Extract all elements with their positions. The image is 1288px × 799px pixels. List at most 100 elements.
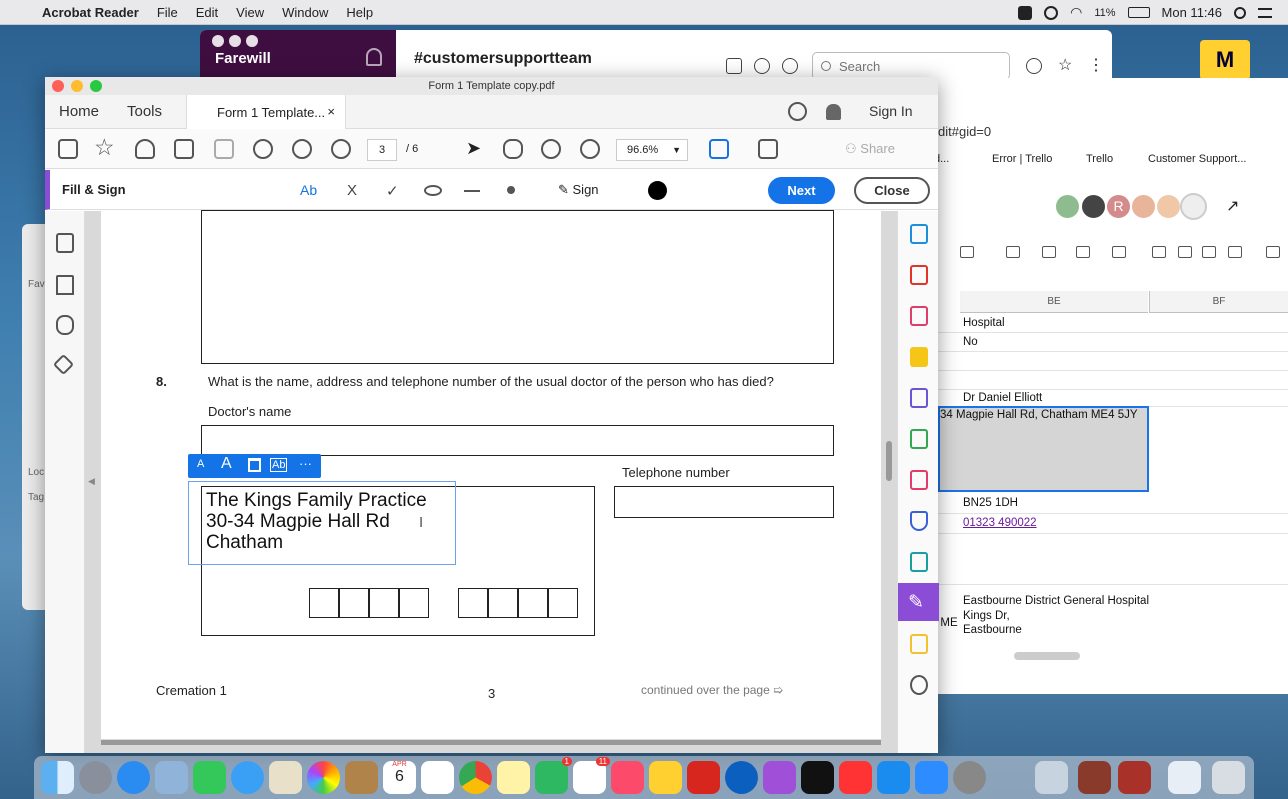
add-text-tool[interactable]: Ab bbox=[300, 182, 317, 198]
music-icon[interactable] bbox=[611, 761, 644, 794]
tab-home[interactable]: Home bbox=[59, 103, 99, 120]
zoom-out-icon[interactable] bbox=[541, 139, 561, 159]
address-bar-url[interactable]: dit#gid=0 bbox=[938, 124, 991, 139]
photo-booth-icon[interactable] bbox=[1078, 761, 1111, 794]
functions-icon[interactable] bbox=[1266, 246, 1280, 258]
acrobat-icon[interactable] bbox=[687, 761, 720, 794]
column-header-bf[interactable]: BF bbox=[1149, 291, 1288, 313]
system-preferences-icon[interactable] bbox=[953, 761, 986, 794]
page-fit-icon[interactable] bbox=[709, 139, 729, 159]
star-icon[interactable]: ☆ bbox=[94, 134, 115, 161]
next-button[interactable]: Next bbox=[768, 177, 835, 204]
trash-icon[interactable] bbox=[248, 458, 261, 472]
menu-window[interactable]: Window bbox=[273, 5, 337, 20]
close-button[interactable]: Close bbox=[854, 177, 930, 204]
horizontal-scrollbar[interactable] bbox=[101, 740, 881, 745]
wifi-icon[interactable]: ◠ bbox=[1070, 4, 1082, 21]
star-icon[interactable]: ☆ bbox=[1058, 55, 1072, 75]
screenshot-thumbnail-icon[interactable] bbox=[1035, 761, 1068, 794]
request-signature-icon[interactable] bbox=[910, 634, 928, 654]
zoom-in-icon[interactable] bbox=[580, 139, 600, 159]
window-zoom-dot[interactable] bbox=[246, 35, 258, 47]
messages-icon[interactable] bbox=[231, 761, 264, 794]
mentions-icon[interactable] bbox=[1026, 58, 1042, 74]
miro-icon[interactable] bbox=[649, 761, 682, 794]
more-icon[interactable]: ⋮ bbox=[1088, 55, 1104, 75]
increase-font-size-button[interactable]: A bbox=[221, 455, 232, 473]
avatar-letter[interactable]: R bbox=[1105, 193, 1132, 220]
menu-file[interactable]: File bbox=[148, 5, 187, 20]
previous-page-icon[interactable] bbox=[292, 139, 312, 159]
avatar[interactable] bbox=[1155, 193, 1182, 220]
status-app-icon[interactable] bbox=[1018, 5, 1033, 20]
next-page-icon[interactable] bbox=[331, 139, 351, 159]
checkmark-tool[interactable]: ✓ bbox=[386, 182, 399, 200]
chart-icon[interactable] bbox=[1202, 246, 1216, 258]
safari-icon[interactable] bbox=[117, 761, 150, 794]
export-pdf-icon[interactable] bbox=[910, 265, 928, 285]
sign-in-link[interactable]: Sign In bbox=[869, 103, 913, 119]
ellipse-tool-icon[interactable] bbox=[424, 185, 442, 196]
collapse-left-icon[interactable]: ◀ bbox=[88, 476, 95, 487]
pages-thumbnail-icon[interactable] bbox=[56, 233, 74, 253]
onepassword-icon[interactable] bbox=[725, 761, 758, 794]
vertical-align-icon[interactable] bbox=[1042, 246, 1056, 258]
facetime-icon[interactable] bbox=[193, 761, 226, 794]
avatar[interactable] bbox=[1054, 193, 1081, 220]
podcasts-icon[interactable] bbox=[763, 761, 796, 794]
postcode-box[interactable] bbox=[458, 588, 488, 618]
redact-icon[interactable] bbox=[910, 470, 928, 490]
search-icon[interactable] bbox=[253, 139, 273, 159]
zoom-select[interactable]: 96.6% ▼ bbox=[616, 139, 688, 161]
photos-icon[interactable] bbox=[307, 761, 340, 794]
print-icon[interactable] bbox=[174, 139, 194, 159]
decrease-font-size-button[interactable]: A bbox=[197, 458, 204, 470]
line-tool-icon[interactable] bbox=[464, 190, 480, 192]
control-center-icon[interactable] bbox=[1258, 7, 1272, 18]
bookmark-icon[interactable] bbox=[56, 275, 74, 295]
bell-icon[interactable] bbox=[366, 48, 382, 66]
cell-no[interactable]: No bbox=[963, 336, 978, 348]
postcode-box[interactable] bbox=[518, 588, 548, 618]
notebook-icon[interactable] bbox=[345, 761, 378, 794]
launchpad-icon[interactable] bbox=[79, 761, 112, 794]
postcode-box[interactable] bbox=[488, 588, 518, 618]
postcode-box[interactable] bbox=[339, 588, 369, 618]
create-pdf-icon[interactable] bbox=[910, 224, 928, 244]
postcode-box[interactable] bbox=[369, 588, 399, 618]
channel-name[interactable]: #customersupportteam bbox=[414, 50, 592, 68]
sign-button[interactable]: ✎ Sign bbox=[558, 182, 599, 198]
combine-files-icon[interactable] bbox=[910, 388, 928, 408]
cell-postcode[interactable]: BN25 1DH bbox=[963, 497, 1018, 509]
apple-tv-icon[interactable] bbox=[801, 761, 834, 794]
fill-sign-tool-active[interactable]: ✎ bbox=[898, 583, 939, 621]
organize-pages-icon[interactable] bbox=[910, 306, 928, 326]
cell-hospital-street[interactable]: Kings Dr, bbox=[963, 610, 1010, 622]
reminders-icon[interactable] bbox=[421, 761, 454, 794]
window-close-dot[interactable] bbox=[212, 35, 224, 47]
help-icon[interactable] bbox=[788, 102, 807, 121]
doctor-name-field[interactable] bbox=[201, 425, 834, 456]
comment-icon[interactable] bbox=[1178, 246, 1192, 258]
more-options-button[interactable]: ··· bbox=[299, 456, 312, 471]
gear-icon[interactable] bbox=[782, 58, 798, 74]
minimize-window-dot[interactable] bbox=[71, 80, 83, 92]
cell-hospital-town[interactable]: Eastbourne bbox=[963, 624, 1022, 636]
upload-cloud-icon[interactable] bbox=[135, 139, 155, 159]
preview-icon[interactable] bbox=[155, 761, 188, 794]
menu-edit[interactable]: Edit bbox=[187, 5, 227, 20]
downloads-folder-icon[interactable] bbox=[1168, 761, 1201, 794]
cross-mark-tool[interactable]: X bbox=[347, 182, 357, 199]
cell-hospital[interactable]: Hospital bbox=[963, 317, 1005, 329]
menu-help[interactable]: Help bbox=[337, 5, 382, 20]
dictionary-icon[interactable] bbox=[1118, 761, 1151, 794]
clock[interactable]: Mon 11:46 bbox=[1162, 5, 1222, 20]
battery-icon[interactable] bbox=[1127, 7, 1150, 18]
hand-tool-icon[interactable] bbox=[503, 139, 523, 159]
postcode-box[interactable] bbox=[309, 588, 339, 618]
email-icon[interactable] bbox=[214, 139, 234, 159]
column-header-be[interactable]: BE bbox=[960, 291, 1148, 313]
menu-view[interactable]: View bbox=[227, 5, 273, 20]
horizontal-scrollbar[interactable] bbox=[1014, 652, 1080, 660]
link-icon[interactable] bbox=[1152, 246, 1166, 258]
